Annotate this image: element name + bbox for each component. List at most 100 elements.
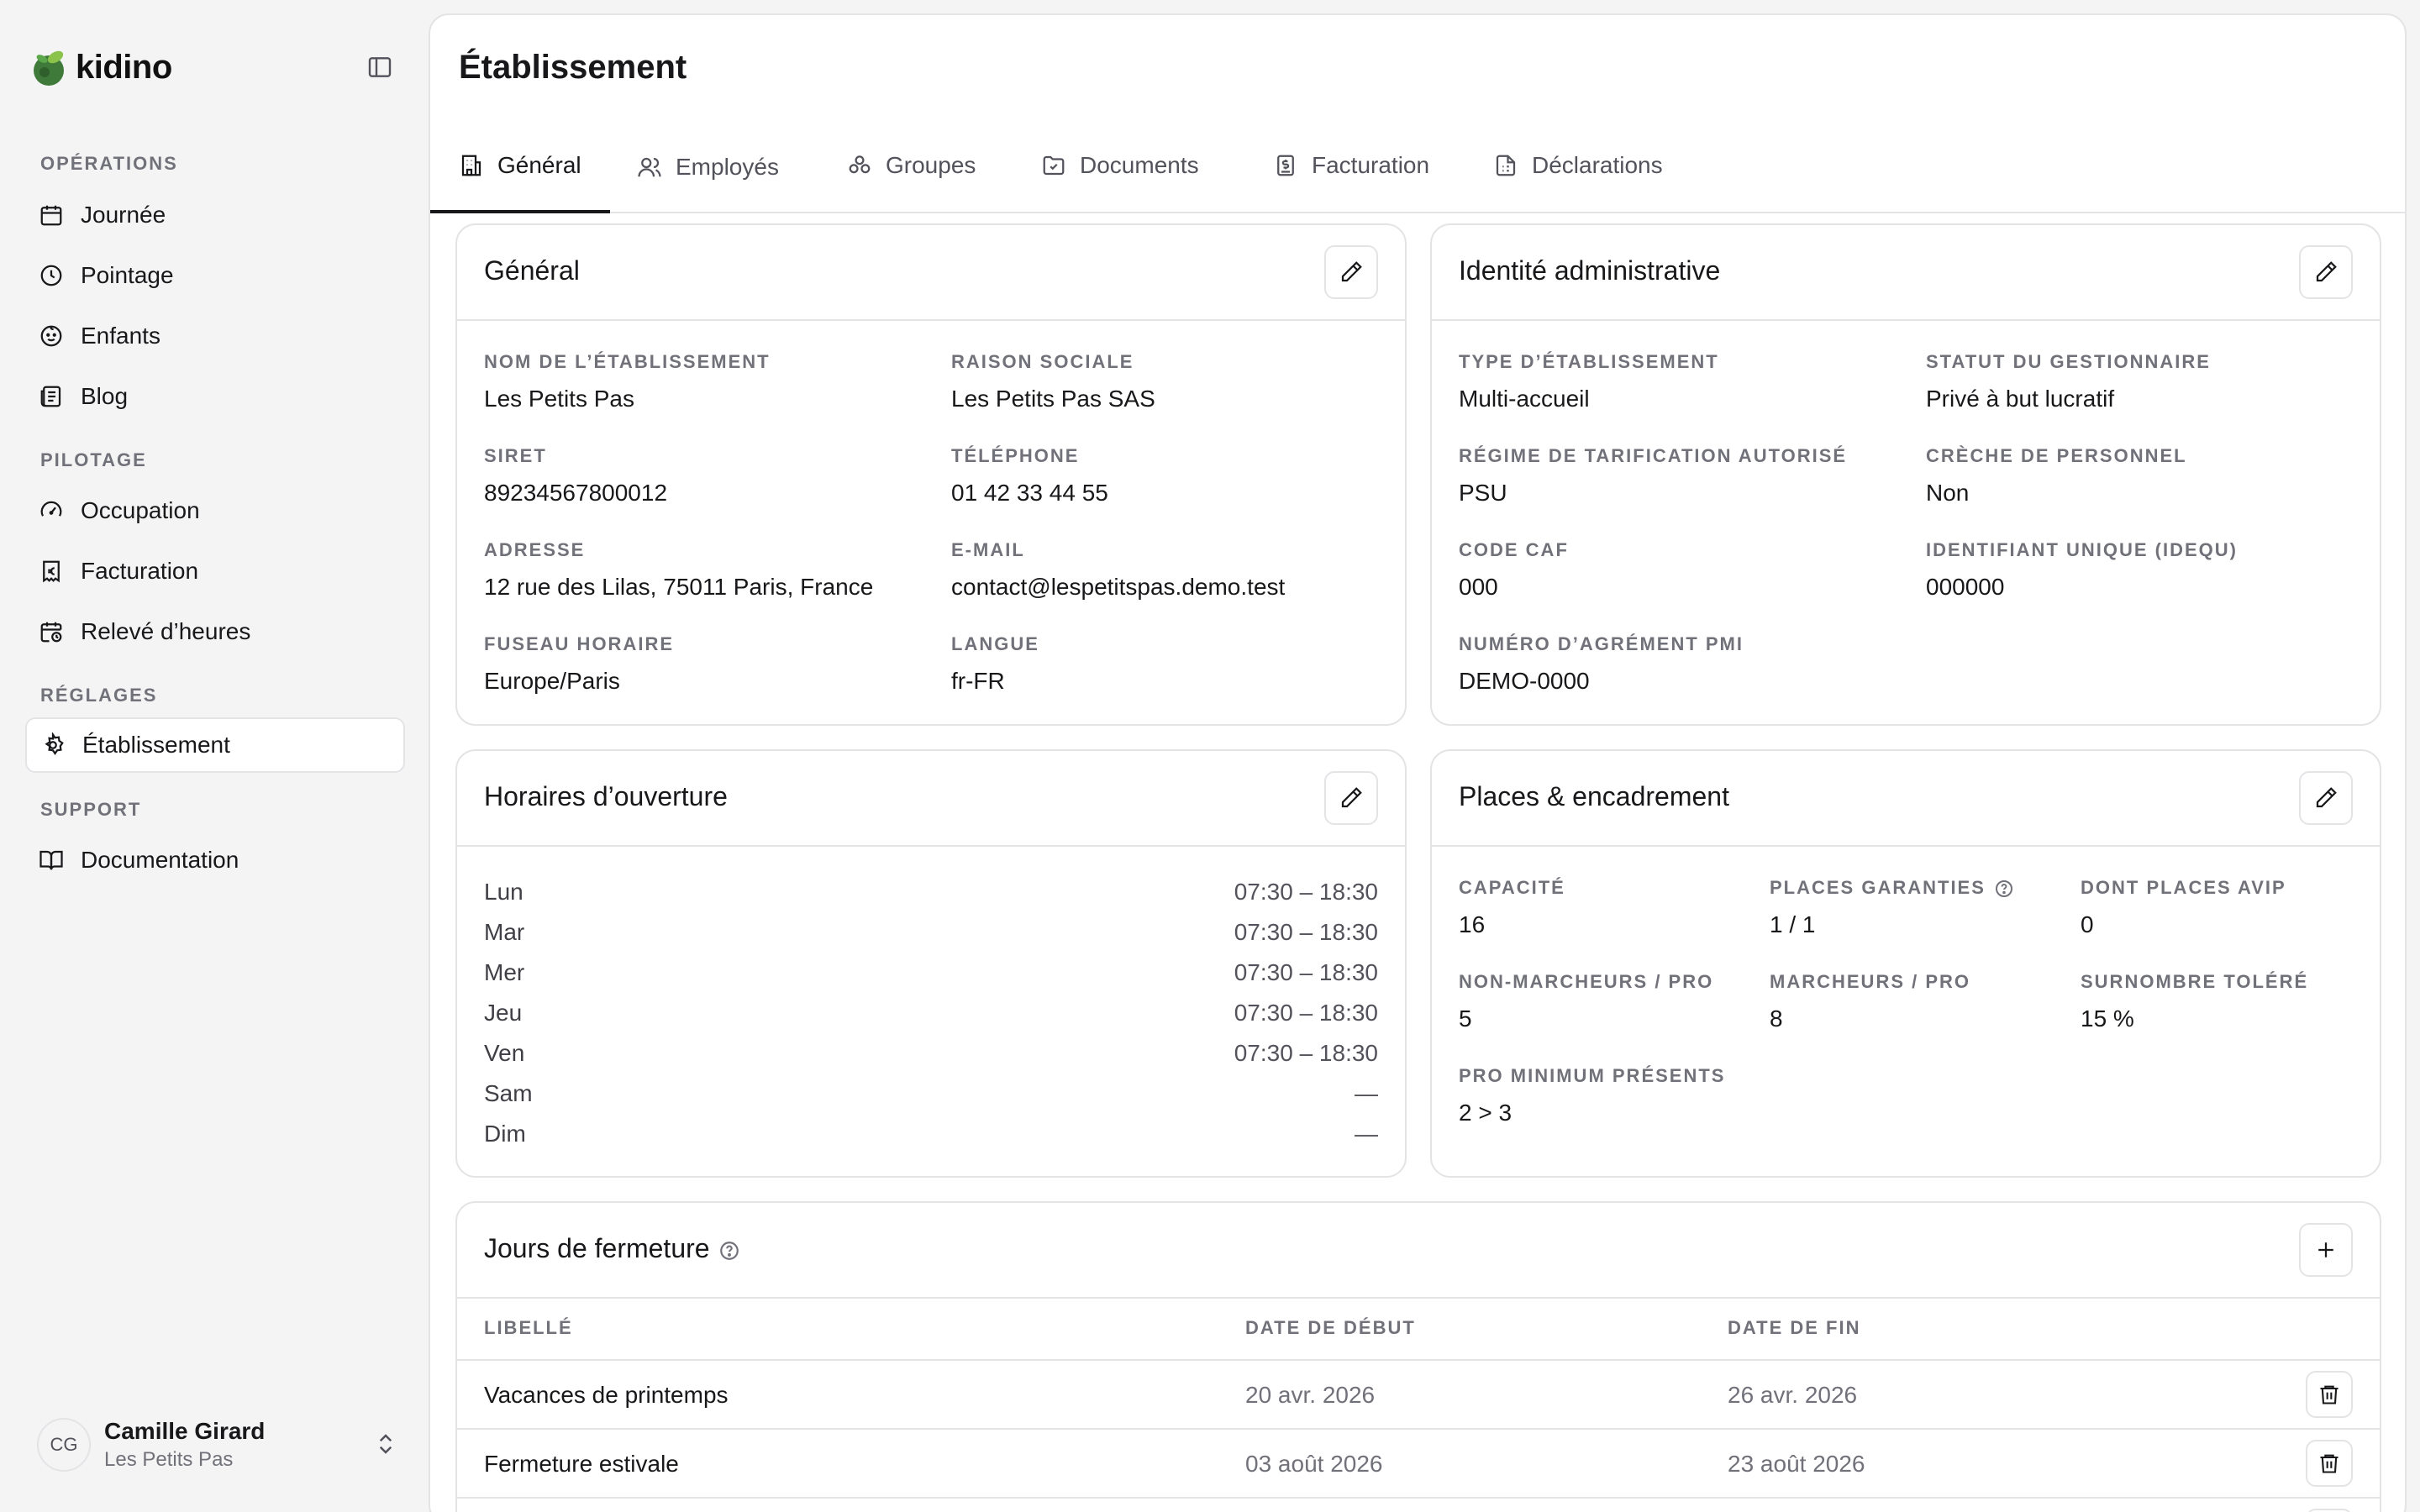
card-title: Identité administrative bbox=[1459, 255, 1721, 286]
calendar-clock-icon bbox=[40, 622, 62, 643]
help-circle-icon[interactable] bbox=[718, 1240, 740, 1262]
chevrons-up-down-icon bbox=[379, 1434, 392, 1454]
sidebar-item-blog[interactable]: Blog bbox=[25, 369, 405, 424]
sidebar-item-label: Pointage bbox=[81, 262, 174, 288]
field-nom-etablissement: NOM DE L’ÉTABLISSEMENT Les Petits Pas bbox=[484, 351, 771, 412]
delete-closure-button[interactable] bbox=[2306, 1440, 2353, 1487]
card-horaires: Horaires d’ouverture Lun 07:30 – 18:30 Ma… bbox=[455, 749, 1407, 1178]
avatar: CG bbox=[37, 1418, 91, 1472]
card-jours-fermeture: Jours de fermeture LIBELLÉ DATE DE DÉBUT… bbox=[455, 1201, 2381, 1512]
sidebar-toggle-icon[interactable] bbox=[363, 52, 397, 82]
sidebar-item-label: Enfants bbox=[81, 323, 160, 349]
sidebar-item-label: Relevé d’heures bbox=[81, 618, 251, 644]
tab-declarations[interactable]: Déclarations bbox=[1465, 119, 1691, 212]
tab-facturation[interactable]: Facturation bbox=[1244, 119, 1458, 212]
sidebar: kidino OPÉRATIONS Journée Pointage Enfan… bbox=[0, 0, 429, 1512]
field-creche-personnel: CRÈCHE DE PERSONNEL Non bbox=[1926, 445, 2187, 506]
table-row: Fermeture estivale 03 août 2026 23 août … bbox=[457, 1430, 2380, 1499]
table-header: LIBELLÉ DATE DE DÉBUT DATE DE FIN bbox=[457, 1299, 2380, 1361]
hours-row: Lun 07:30 – 18:30 bbox=[484, 879, 1378, 905]
card-title: Places & encadrement bbox=[1459, 781, 1729, 811]
trash-icon bbox=[2320, 1385, 2338, 1404]
sidebar-item-label: Documentation bbox=[81, 847, 239, 873]
book-open-icon bbox=[39, 850, 63, 870]
sidebar-item-label: Journée bbox=[81, 202, 166, 228]
plus-icon bbox=[2318, 1242, 2333, 1257]
invoice-icon bbox=[1277, 155, 1294, 176]
edit-places-button[interactable] bbox=[2299, 771, 2353, 825]
field-raison-sociale: RAISON SOCIALE Les Petits Pas SAS bbox=[951, 351, 1155, 412]
sidebar-item-enfants[interactable]: Enfants bbox=[25, 308, 405, 364]
sidebar-item-journee[interactable]: Journée bbox=[25, 187, 405, 243]
tab-groupes-item[interactable]: Groupes bbox=[818, 119, 1004, 212]
tab-documents[interactable]: Documents bbox=[1013, 119, 1228, 212]
tab-label: Facturation bbox=[1312, 152, 1430, 178]
closure-label: Fermeture estivale bbox=[484, 1451, 679, 1477]
field-type-etablissement: TYPE D’ÉTABLISSEMENT Multi-accueil bbox=[1459, 351, 1719, 412]
newspaper-icon bbox=[40, 386, 61, 407]
closure-start: 03 août 2026 bbox=[1245, 1451, 1383, 1477]
help-circle-icon[interactable] bbox=[1994, 879, 2014, 899]
kidino-logo-icon bbox=[34, 50, 64, 86]
delete-closure-button[interactable] bbox=[2306, 1509, 2353, 1512]
field-surnombre: SURNOMBRE TOLÉRÉ 15 % bbox=[2081, 971, 2309, 1032]
column-header: DATE DE DÉBUT bbox=[1245, 1317, 1416, 1338]
edit-identity-button[interactable] bbox=[2299, 245, 2353, 299]
sidebar-item-label: Facturation bbox=[81, 558, 199, 584]
delete-closure-button[interactable] bbox=[2306, 1371, 2353, 1418]
field-code-caf: CODE CAF 000 bbox=[1459, 539, 1569, 600]
invoice-euro-icon bbox=[43, 560, 60, 583]
column-header: LIBELLÉ bbox=[484, 1317, 573, 1338]
field-langue: LANGUE fr-FR bbox=[951, 633, 1039, 694]
closure-label: Vacances de printemps bbox=[484, 1382, 729, 1408]
field-identifiant-unique: IDENTIFIANT UNIQUE (IDEQU) 000000 bbox=[1926, 539, 2238, 600]
gear-icon bbox=[45, 732, 64, 756]
clock-icon bbox=[40, 265, 62, 286]
tab-strip: Groupes Documents Facturation Déclaratio… bbox=[430, 119, 2405, 212]
sidebar-item-facturation[interactable]: Facturation bbox=[25, 543, 405, 599]
pencil-icon bbox=[2316, 787, 2337, 808]
sidebar-item-releve-heures[interactable]: Relevé d’heures bbox=[25, 604, 405, 659]
field-pro-minimum: PRO MINIMUM PRÉSENTS 2 > 3 bbox=[1459, 1065, 1726, 1126]
nav-section-support: SUPPORT bbox=[40, 799, 142, 820]
sidebar-item-label: Établissement bbox=[82, 732, 230, 758]
field-non-marcheurs: NON-MARCHEURS / PRO 5 bbox=[1459, 971, 1714, 1032]
card-title: Horaires d’ouverture bbox=[484, 781, 728, 811]
closure-start: 20 avr. 2026 bbox=[1245, 1382, 1376, 1408]
sidebar-item-etablissement[interactable]: Établissement bbox=[25, 717, 405, 773]
field-email: E-MAIL contact@lespetitspas.demo.test bbox=[951, 539, 1286, 600]
card-identite-administrative: Identité administrative TYPE D’ÉTABLISSE… bbox=[1430, 223, 2381, 726]
card-places-encadrement: Places & encadrement CAPACITÉ 16 PLACES … bbox=[1430, 749, 2381, 1178]
field-places-garanties: PLACES GARANTIES 1 / 1 bbox=[1770, 875, 2014, 941]
nav-section-operations: OPÉRATIONS bbox=[40, 153, 178, 174]
field-fuseau-horaire: FUSEAU HORAIRE Europe/Paris bbox=[484, 633, 675, 694]
edit-general-button[interactable] bbox=[1324, 245, 1378, 299]
trash-icon bbox=[2320, 1454, 2338, 1473]
user-name: Camille Girard bbox=[104, 1418, 266, 1444]
brand[interactable]: kidino bbox=[30, 47, 172, 87]
hours-row: Ven 07:30 – 18:30 bbox=[484, 1040, 1378, 1066]
page-title: Établissement bbox=[459, 49, 687, 86]
sidebar-item-label: Occupation bbox=[81, 497, 200, 523]
field-numero-agrement: NUMÉRO D’AGRÉMENT PMI DEMO-0000 bbox=[1459, 633, 1744, 694]
user-menu[interactable]: CG Camille Girard Les Petits Pas bbox=[37, 1415, 398, 1475]
baby-face-icon bbox=[40, 325, 62, 347]
calendar-icon bbox=[40, 205, 62, 226]
tab-label: Groupes bbox=[886, 152, 976, 178]
edit-hours-button[interactable] bbox=[1324, 771, 1378, 825]
add-closure-button[interactable] bbox=[2299, 1223, 2353, 1277]
file-text-icon bbox=[1496, 155, 1516, 176]
hours-row: Jeu 07:30 – 18:30 bbox=[484, 1000, 1378, 1026]
user-org: Les Petits Pas bbox=[104, 1448, 234, 1471]
field-capacite: CAPACITÉ 16 bbox=[1459, 877, 1565, 937]
sidebar-item-documentation[interactable]: Documentation bbox=[25, 832, 405, 888]
nav-section-reglages: RÉGLAGES bbox=[40, 685, 158, 706]
sidebar-item-occupation[interactable]: Occupation bbox=[25, 483, 405, 538]
nav-section-pilotage: PILOTAGE bbox=[40, 449, 147, 470]
card-title: Général bbox=[484, 255, 580, 286]
sidebar-item-pointage[interactable]: Pointage bbox=[25, 248, 405, 303]
field-telephone: TÉLÉPHONE 01 42 33 44 55 bbox=[951, 445, 1108, 506]
pencil-icon bbox=[2316, 261, 2337, 282]
tab-label: Déclarations bbox=[1532, 152, 1663, 178]
hours-row: Sam — bbox=[484, 1080, 1378, 1106]
